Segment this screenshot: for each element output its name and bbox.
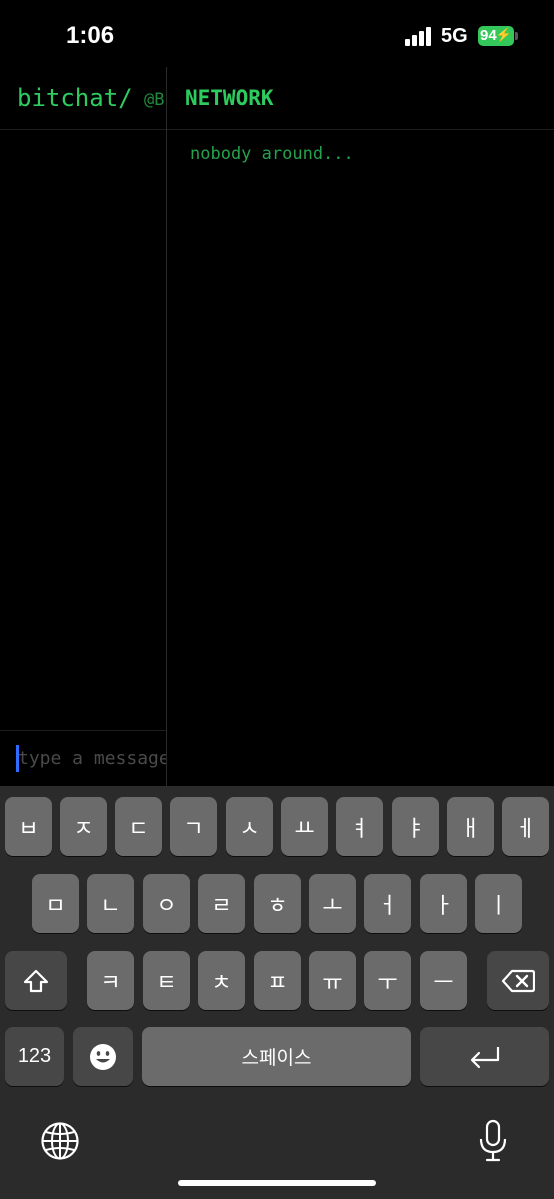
home-indicator[interactable]	[178, 1180, 376, 1186]
app-title[interactable]: bitchat/	[17, 84, 133, 112]
space-key[interactable]: 스페이스	[142, 1027, 411, 1086]
charging-bolt-icon: ⚡	[495, 27, 512, 42]
battery-icon: 94 ⚡	[478, 26, 514, 46]
key-j[interactable]: ㅈ	[60, 797, 107, 856]
key-yo[interactable]: ㅛ	[281, 797, 328, 856]
keyboard: ㅂ ㅈ ㄷ ㄱ ㅅ ㅛ ㅕ ㅑ ㅐ ㅔ ㅁ ㄴ ㅇ ㄹ ㅎ ㅗ ㅓ ㅏ ㅣ ㅋ …	[0, 786, 554, 1199]
key-s[interactable]: ㅅ	[226, 797, 273, 856]
panel-divider	[166, 67, 167, 786]
shift-key[interactable]	[5, 951, 67, 1010]
microphone-icon	[479, 1119, 507, 1162]
key-r[interactable]: ㄹ	[198, 874, 245, 933]
key-eo[interactable]: ㅓ	[364, 874, 411, 933]
key-t[interactable]: ㅌ	[143, 951, 190, 1010]
delete-key[interactable]	[487, 951, 549, 1010]
key-o[interactable]: ㅗ	[309, 874, 356, 933]
key-ya[interactable]: ㅑ	[392, 797, 439, 856]
status-bar: 1:06 5G 94 ⚡	[0, 0, 554, 70]
battery-cap	[515, 32, 518, 40]
message-list	[0, 130, 166, 730]
key-ieung[interactable]: ㅇ	[143, 874, 190, 933]
shift-icon	[23, 969, 49, 992]
key-eu[interactable]: ㅡ	[420, 951, 467, 1010]
network-type: 5G	[441, 25, 468, 47]
key-b[interactable]: ㅂ	[5, 797, 52, 856]
key-k[interactable]: ㅋ	[87, 951, 134, 1010]
key-d[interactable]: ㄷ	[115, 797, 162, 856]
delete-icon	[501, 969, 535, 992]
key-yeo[interactable]: ㅕ	[336, 797, 383, 856]
nickname-field[interactable]: @B	[144, 90, 166, 110]
return-key[interactable]	[420, 1027, 549, 1086]
key-g[interactable]: ㄱ	[170, 797, 217, 856]
key-n[interactable]: ㄴ	[87, 874, 134, 933]
status-time: 1:06	[66, 22, 115, 49]
key-ae[interactable]: ㅐ	[447, 797, 494, 856]
globe-icon	[41, 1122, 79, 1160]
cellular-signal-icon	[405, 26, 433, 46]
key-u[interactable]: ㅜ	[364, 951, 411, 1010]
key-ch[interactable]: ㅊ	[198, 951, 245, 1010]
dictation-button[interactable]	[478, 1119, 508, 1168]
message-input[interactable]: type a message...	[18, 748, 166, 769]
globe-button[interactable]	[40, 1121, 80, 1166]
key-i[interactable]: ㅣ	[475, 874, 522, 933]
return-icon	[470, 1046, 499, 1068]
emoji-key[interactable]	[73, 1027, 133, 1086]
key-a[interactable]: ㅏ	[420, 874, 467, 933]
key-h[interactable]: ㅎ	[254, 874, 301, 933]
key-p[interactable]: ㅍ	[254, 951, 301, 1010]
network-title: NETWORK	[185, 86, 274, 110]
battery-level: 94	[480, 27, 497, 44]
empty-peers-message: nobody around...	[190, 144, 354, 164]
key-e[interactable]: ㅔ	[502, 797, 549, 856]
numbers-key[interactable]: 123	[5, 1027, 64, 1086]
emoji-icon	[90, 1043, 116, 1070]
key-m[interactable]: ㅁ	[32, 874, 79, 933]
key-yu[interactable]: ㅠ	[309, 951, 356, 1010]
